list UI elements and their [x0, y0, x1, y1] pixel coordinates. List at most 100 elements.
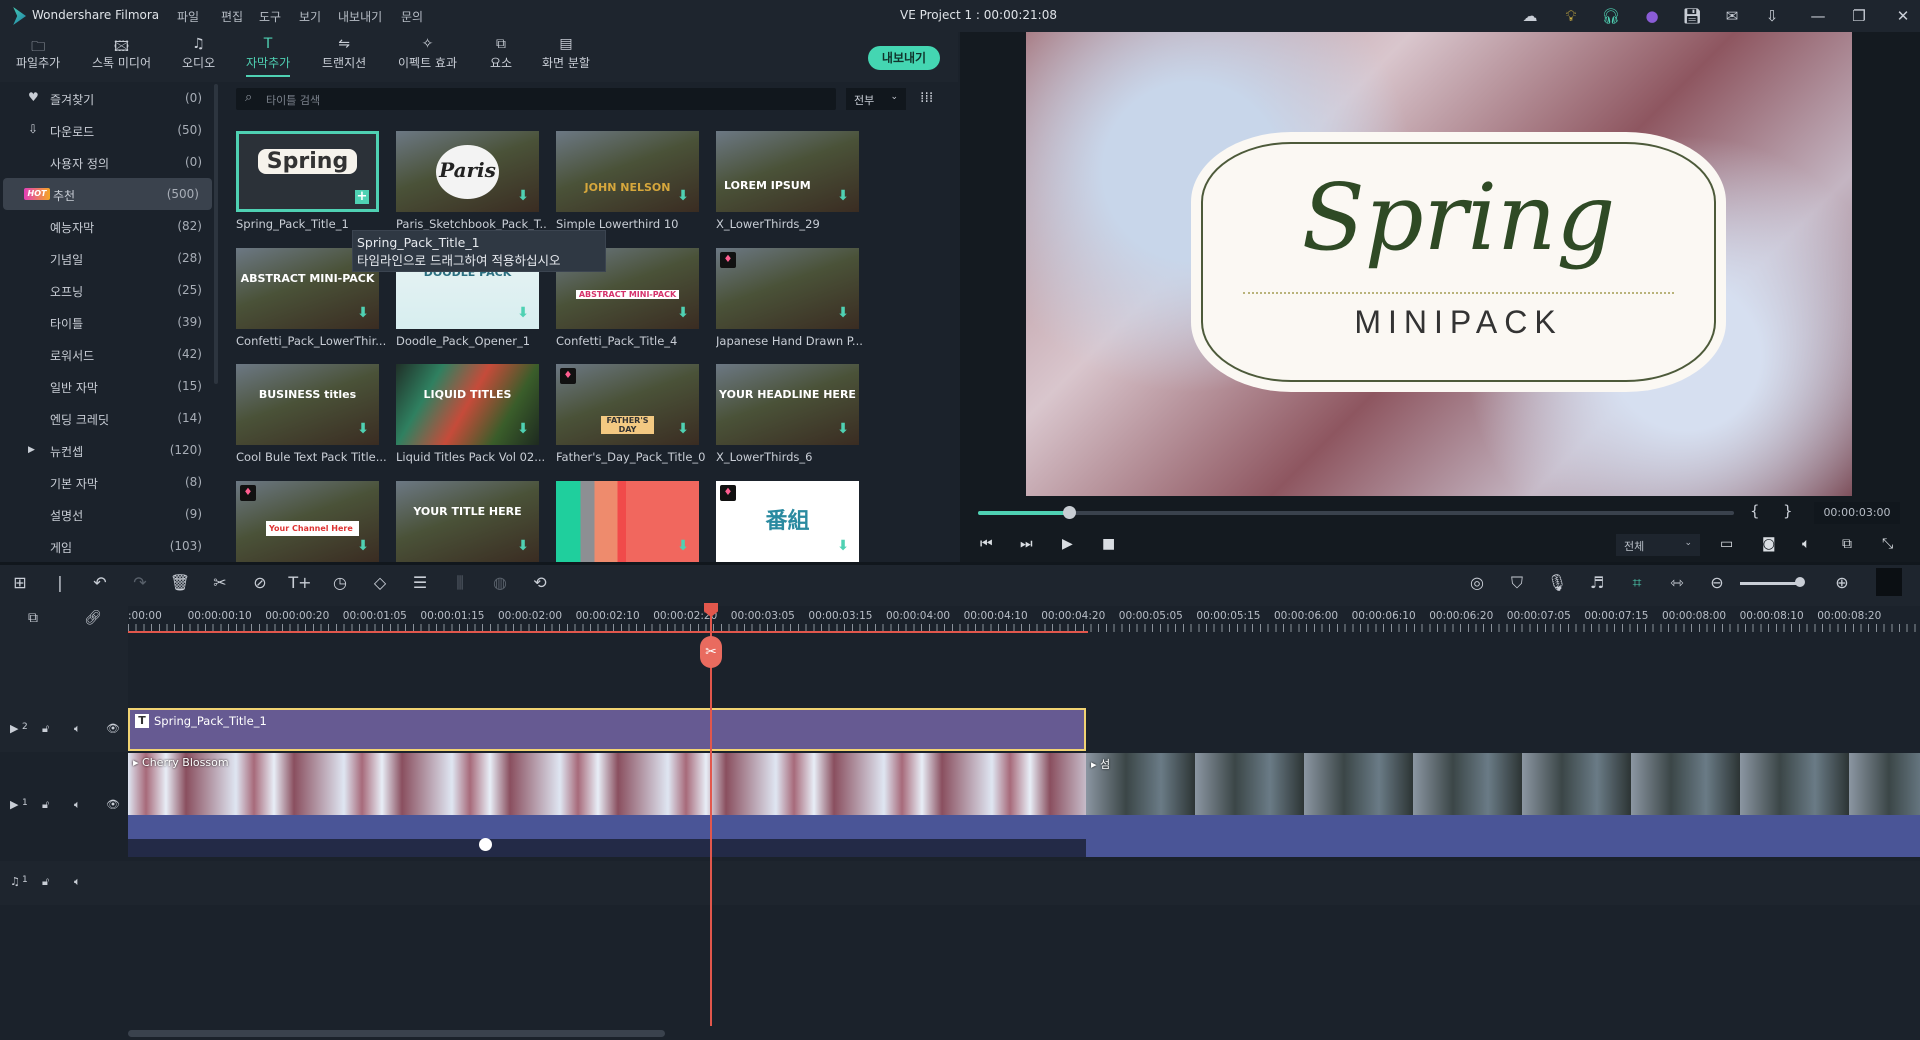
- save-icon[interactable]: 💾︎: [1682, 6, 1702, 26]
- mute-icon[interactable]: 🔈︎: [74, 798, 81, 812]
- download-icon[interactable]: ⬇: [677, 305, 689, 321]
- title-thumbnail[interactable]: Paris ⬇: [396, 131, 539, 212]
- timeline-scrollbar[interactable]: [128, 1030, 665, 1037]
- layout-icon[interactable]: ⊞: [8, 573, 32, 592]
- download-icon[interactable]: ⬇: [517, 538, 529, 554]
- audio-track-icon[interactable]: ♬: [1585, 573, 1609, 592]
- tab-2[interactable]: ♫ 오디오: [182, 36, 215, 71]
- marker-icon[interactable]: ⛉: [1505, 573, 1529, 593]
- auto-reframe-icon[interactable]: ⟲: [528, 573, 552, 592]
- title-thumbnail[interactable]: 番組 ⬇ ♦: [716, 481, 859, 562]
- tab-4[interactable]: ⇋ 트랜지션: [322, 36, 366, 71]
- volume-keyframe[interactable]: [479, 838, 492, 851]
- download-icon[interactable]: ⬇: [677, 421, 689, 437]
- title-thumbnail[interactable]: FATHER'S DAY ⬇ ♦: [556, 364, 699, 445]
- sidebar-scrollbar[interactable]: [214, 84, 218, 384]
- stop-icon[interactable]: ■: [1102, 536, 1115, 552]
- restore-icon[interactable]: ❐: [1849, 6, 1869, 26]
- zoom-in-icon[interactable]: ⊕: [1830, 573, 1854, 592]
- audio-mix-icon[interactable]: ⫼: [448, 573, 472, 593]
- title-clip[interactable]: T Spring_Pack_Title_1: [128, 708, 1086, 751]
- menu-0[interactable]: 파일: [177, 8, 199, 25]
- search-input[interactable]: ⌕ 타이틀 검색: [236, 88, 836, 110]
- menu-1[interactable]: 편집: [221, 8, 243, 25]
- sidebar-item-10[interactable]: 엔딩 크레딧 (14): [0, 402, 215, 434]
- download-icon[interactable]: ⬇: [837, 188, 849, 204]
- tab-7[interactable]: ▤ 화면 분할: [542, 36, 590, 71]
- redo-icon[interactable]: ↷: [128, 573, 152, 592]
- download-icon[interactable]: ⬇: [837, 538, 849, 554]
- export-button[interactable]: 내보내기: [868, 46, 940, 70]
- expand-arrow-icon[interactable]: ▶: [28, 445, 35, 455]
- grid-view-icon[interactable]: ⁞⁞⁞: [920, 90, 933, 106]
- menu-5[interactable]: 문의: [401, 8, 423, 25]
- headset-icon[interactable]: 🎧︎: [1601, 6, 1621, 26]
- preview-progress-bar[interactable]: [978, 511, 1734, 515]
- sidebar-item-0[interactable]: ♥ 즐겨찾기 (0): [0, 82, 215, 114]
- sidebar-item-13[interactable]: 설명선 (9): [0, 498, 215, 530]
- download-icon[interactable]: ⬇: [357, 305, 369, 321]
- sidebar-item-11[interactable]: ▶ 뉴컨셉 (120): [0, 434, 215, 466]
- play-icon[interactable]: ▶: [1062, 536, 1073, 552]
- adjust-icon[interactable]: ☰: [408, 573, 432, 592]
- mark-out-button[interactable]: }: [1783, 502, 1793, 520]
- sidebar-item-3[interactable]: HOT 추천 (500): [3, 178, 212, 210]
- title-thumbnail[interactable]: JOHN NELSON ⬇: [556, 131, 699, 212]
- lock-icon[interactable]: 🔓︎: [42, 722, 49, 736]
- panel-toggle[interactable]: [1876, 568, 1902, 596]
- video-clip-2[interactable]: [1086, 753, 1920, 815]
- add-icon[interactable]: +: [355, 190, 369, 204]
- add-text-icon[interactable]: T+: [288, 573, 312, 592]
- playhead[interactable]: [710, 606, 712, 1026]
- video-clip-cherry-blossom[interactable]: [128, 753, 1086, 815]
- lock-icon[interactable]: 🔓︎: [42, 798, 49, 812]
- delete-icon[interactable]: 🗑︎: [168, 573, 192, 592]
- snap-icon[interactable]: ⌗: [1625, 573, 1649, 593]
- mute-icon[interactable]: 🔈︎: [74, 875, 81, 889]
- render-preview-icon[interactable]: ◎: [1465, 573, 1489, 592]
- zoom-select[interactable]: 전체 ⌄: [1616, 534, 1700, 556]
- lock-icon[interactable]: 🔓︎: [42, 875, 49, 889]
- sidebar-item-9[interactable]: 일반 자막 (15): [0, 370, 215, 402]
- render-icon[interactable]: ⧉: [1842, 536, 1852, 552]
- tab-6[interactable]: ⧉ 요소: [490, 36, 512, 71]
- add-track-icon[interactable]: ⧉: [28, 610, 38, 626]
- tab-3[interactable]: T 자막추가: [246, 36, 291, 77]
- fit-icon[interactable]: ⇿: [1665, 573, 1689, 592]
- cloud-icon[interactable]: ☁: [1520, 6, 1540, 26]
- download-icon[interactable]: ⬇: [837, 305, 849, 321]
- download-icon[interactable]: ⬇: [677, 188, 689, 204]
- title-thumbnail[interactable]: LOREM IPSUM ⬇: [716, 131, 859, 212]
- keyframe-icon[interactable]: ◇: [368, 573, 392, 592]
- timeline-zoom-slider[interactable]: [1740, 582, 1800, 585]
- tab-0[interactable]: 🗀 파일추가: [16, 36, 60, 71]
- eye-icon[interactable]: 👁︎: [106, 722, 120, 735]
- eye-icon[interactable]: 👁︎: [106, 798, 120, 811]
- download-icon[interactable]: ⬇: [517, 421, 529, 437]
- minimize-icon[interactable]: —: [1808, 6, 1828, 26]
- sidebar-item-1[interactable]: ⇩ 다운로드 (50): [0, 114, 215, 146]
- stabilize-icon[interactable]: ◍: [488, 573, 512, 592]
- title-thumbnail[interactable]: LIQUID TITLES ⬇: [396, 364, 539, 445]
- record-voice-icon[interactable]: 🎙︎: [1545, 573, 1569, 592]
- speed-icon[interactable]: ◷: [328, 573, 352, 592]
- display-icon[interactable]: ▭: [1720, 536, 1733, 552]
- sidebar-item-5[interactable]: 기념일 (28): [0, 242, 215, 274]
- link-icon[interactable]: 🔗︎: [84, 610, 102, 626]
- title-thumbnail[interactable]: ⬇ ♦: [716, 248, 859, 329]
- download-icon[interactable]: ⬇: [517, 305, 529, 321]
- menu-2[interactable]: 도구: [259, 8, 281, 25]
- close-icon[interactable]: ✕: [1893, 6, 1913, 26]
- download-icon[interactable]: ⬇: [517, 188, 529, 204]
- download-icon[interactable]: ⬇: [677, 538, 689, 554]
- sidebar-item-8[interactable]: 로워서드 (42): [0, 338, 215, 370]
- split-scissors-icon[interactable]: ✂: [700, 636, 722, 668]
- title-thumbnail[interactable]: Spring +: [236, 131, 379, 212]
- avatar-icon[interactable]: ●: [1642, 6, 1662, 26]
- tab-5[interactable]: ✧ 이펙트 효과: [398, 36, 457, 71]
- zoom-out-icon[interactable]: ⊖: [1705, 573, 1729, 592]
- menu-3[interactable]: 보기: [299, 8, 321, 25]
- sidebar-item-2[interactable]: 사용자 정의 (0): [0, 146, 215, 178]
- filter-dropdown[interactable]: 전부 ⌄: [846, 88, 906, 110]
- snapshot-icon[interactable]: ◙: [1762, 536, 1776, 552]
